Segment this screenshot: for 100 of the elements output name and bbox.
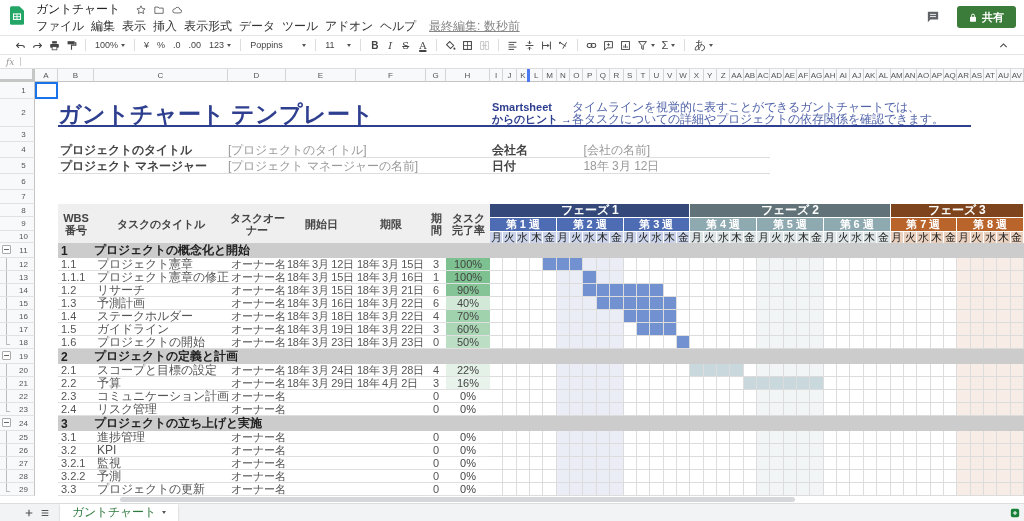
filter-icon[interactable] [636, 39, 650, 51]
row-number[interactable]: 25 [13, 431, 34, 443]
menu-item[interactable]: 表示形式 [184, 17, 232, 35]
decrease-decimal-button[interactable]: .0 [171, 37, 183, 53]
column-header[interactable]: AD [770, 69, 784, 82]
column-header[interactable]: P [583, 69, 597, 82]
caret-icon[interactable] [651, 43, 656, 47]
column-header[interactable]: D [228, 69, 286, 82]
column-header[interactable]: AO [917, 69, 931, 82]
column-header[interactable]: B [58, 69, 94, 82]
row-number[interactable]: 20 [13, 364, 34, 376]
collapse-button[interactable] [2, 351, 11, 360]
row-number[interactable]: 16 [13, 310, 34, 322]
menu-item[interactable]: ヘルプ [380, 17, 416, 35]
row-number[interactable]: 4 [13, 142, 34, 157]
row-number[interactable]: 8 [13, 204, 34, 216]
star-icon[interactable] [136, 4, 146, 15]
menu-icon[interactable] [40, 507, 50, 518]
column-header[interactable]: F [356, 69, 426, 82]
italic-button[interactable]: I [385, 37, 396, 53]
paint-format-icon[interactable] [65, 39, 78, 51]
row-number[interactable]: 11 [13, 243, 34, 257]
sheet-tab[interactable]: ガントチャート [60, 504, 178, 521]
collapse-button[interactable] [2, 245, 11, 254]
comment-add-icon[interactable] [602, 39, 616, 51]
share-button[interactable]: 共有 [957, 6, 1016, 28]
column-header[interactable]: X [690, 69, 704, 82]
text-wrap-icon[interactable] [540, 39, 554, 51]
menu-item[interactable]: 挿入 [153, 17, 177, 35]
column-header[interactable]: L [530, 69, 544, 82]
increase-decimal-button[interactable]: .00 [186, 37, 204, 53]
row-number[interactable]: 6 [13, 174, 34, 189]
scrollbar-thumb[interactable] [120, 497, 795, 502]
column-header[interactable]: A [35, 69, 58, 82]
menu-item[interactable]: ファイル [36, 17, 84, 35]
column-header[interactable]: AL [877, 69, 891, 82]
row-number[interactable]: 12 [13, 258, 34, 270]
column-header[interactable]: M [543, 69, 557, 82]
percent-button[interactable]: % [155, 37, 168, 53]
column-header[interactable]: AF [797, 69, 811, 82]
column-header[interactable]: I [490, 69, 504, 82]
menu-item[interactable]: 編集 [91, 17, 115, 35]
menu-item[interactable]: 表示 [122, 17, 146, 35]
row-number[interactable]: 10 [13, 231, 34, 242]
row-number[interactable]: 18 [13, 336, 34, 348]
row-number[interactable]: 15 [13, 297, 34, 309]
font-size-dropdown[interactable]: 11 [323, 37, 354, 53]
row-number[interactable]: 9 [13, 217, 34, 230]
column-header[interactable]: AU [997, 69, 1011, 82]
row-number[interactable]: 5 [13, 158, 34, 173]
row-number[interactable]: 13 [13, 271, 34, 283]
row-number[interactable]: 3 [13, 127, 34, 141]
column-header[interactable]: O [570, 69, 584, 82]
borders-icon[interactable] [461, 39, 475, 51]
cloud-icon[interactable] [172, 4, 182, 15]
row-number[interactable]: 14 [13, 284, 34, 296]
strikethrough-button[interactable]: S [399, 37, 413, 53]
row-number[interactable]: 24 [13, 416, 34, 430]
row-number[interactable]: 21 [13, 377, 34, 389]
column-header[interactable]: AJ [850, 69, 864, 82]
text-color-button[interactable]: A [416, 37, 430, 53]
explore-icon[interactable] [1010, 507, 1020, 518]
functions-dropdown[interactable]: Σ [659, 37, 678, 53]
column-header[interactable]: E [286, 69, 356, 82]
column-header[interactable]: H [446, 69, 490, 82]
last-edit-link[interactable]: 最終編集: 数秒前 [429, 17, 520, 35]
collapse-button[interactable] [2, 418, 11, 427]
column-header[interactable]: U [650, 69, 664, 82]
freeze-handle[interactable] [527, 69, 531, 82]
selected-cell[interactable] [35, 82, 58, 99]
currency-button[interactable]: ¥ [142, 37, 152, 53]
sheets-logo-icon[interactable] [10, 6, 24, 25]
row-number[interactable]: 17 [13, 323, 34, 335]
document-title[interactable]: ガントチャート [36, 1, 120, 18]
row-number[interactable]: 22 [13, 390, 34, 402]
row-number[interactable]: 29 [13, 483, 34, 495]
add-sheet-icon[interactable] [24, 507, 34, 518]
print-icon[interactable] [48, 39, 61, 51]
row-number[interactable]: 1 [13, 82, 34, 98]
menu-item[interactable]: アドオン [325, 17, 373, 35]
menu-item[interactable]: ツール [282, 17, 318, 35]
row-number[interactable]: 2 [13, 99, 34, 126]
column-header[interactable]: AR [957, 69, 971, 82]
input-tools-dropdown[interactable]: あ [692, 37, 716, 53]
column-header[interactable]: AI [837, 69, 851, 82]
number-format-dropdown[interactable]: 123 [207, 37, 234, 53]
font-dropdown[interactable]: Poppins [248, 37, 309, 53]
row-number[interactable]: 19 [13, 349, 34, 363]
chart-icon[interactable] [619, 39, 633, 51]
column-header[interactable]: G [426, 69, 446, 82]
hint-link[interactable]: からのヒント → [492, 113, 573, 125]
bold-button[interactable]: B [368, 37, 382, 53]
row-number[interactable]: 27 [13, 457, 34, 469]
row-number[interactable]: 23 [13, 403, 34, 415]
paint-bucket-icon[interactable] [444, 39, 458, 51]
column-header[interactable]: C [94, 69, 228, 82]
row-number[interactable]: 28 [13, 470, 34, 482]
column-header[interactable]: J [503, 69, 517, 82]
column-header[interactable]: AA [730, 69, 744, 82]
column-header[interactable]: AG [810, 69, 824, 82]
